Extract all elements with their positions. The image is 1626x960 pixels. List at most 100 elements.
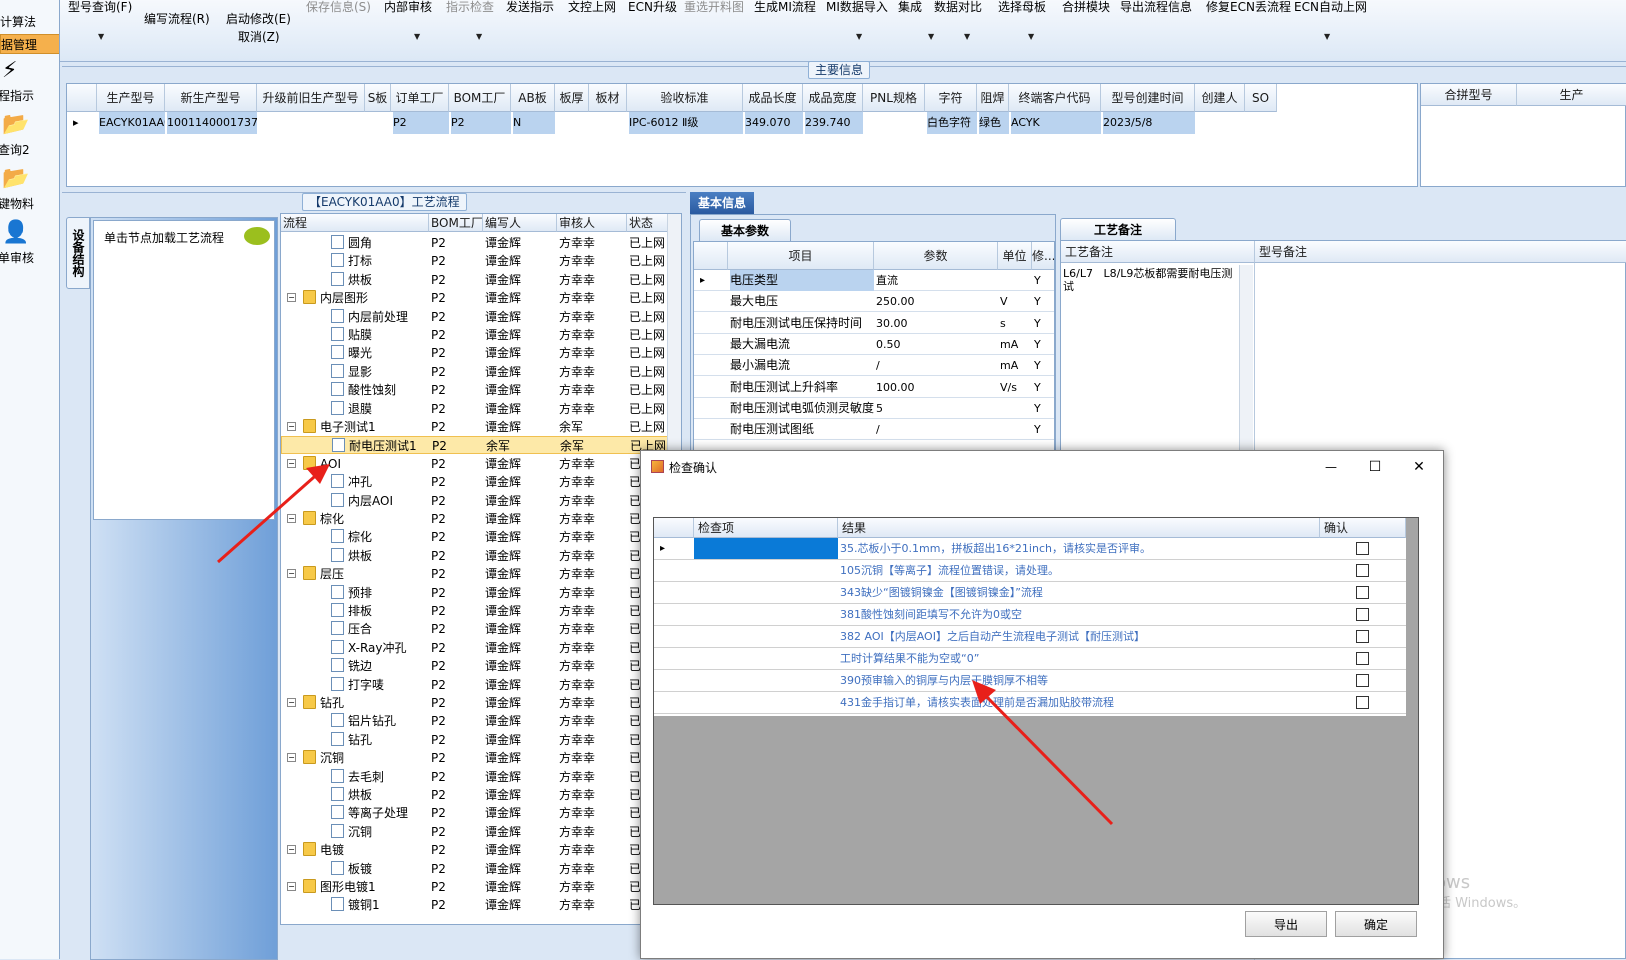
param-cell[interactable]: 250.00 (876, 291, 998, 312)
check-row[interactable]: 105沉铜【等离子】流程位置错误，请处理。 (654, 560, 1406, 582)
chevron-down-icon[interactable]: ▼ (1028, 32, 1034, 41)
toolbar-button[interactable]: 发送指示 (506, 0, 554, 14)
tree-row[interactable]: 曝光 P2 谭金辉 方幸幸 已上网 (281, 344, 681, 362)
tab-basic-params[interactable]: 基本参数 (699, 219, 791, 241)
main-col-header[interactable]: 阻焊 (977, 84, 1009, 112)
main-col-header[interactable]: 成品长度 (743, 84, 803, 112)
tree-row[interactable]: 钻孔−P2谭金辉方幸幸已上网 (281, 694, 681, 712)
check-item-cell[interactable] (694, 670, 838, 691)
tree-row[interactable]: 内层AOIP2谭金辉方幸幸已上网 (281, 492, 681, 510)
main-cell[interactable]: ACYK (1011, 112, 1101, 134)
main-cell[interactable]: 绿色 (979, 112, 1009, 134)
tree-row[interactable]: 钻孔P2谭金辉方幸幸已上网 (281, 731, 681, 749)
tree-row[interactable]: 贴膜 P2 谭金辉 方幸幸 已上网 (281, 326, 681, 344)
check-row[interactable]: 431金手指订单，请核实表面处理前是否漏加贴胶带流程 (654, 692, 1406, 714)
param-row[interactable]: 耐电压测试电压保持时间 30.00 s Y (694, 313, 1054, 334)
toolbar-button[interactable]: 生成MI流程 (754, 0, 816, 14)
chevron-down-icon[interactable]: ▼ (98, 32, 104, 41)
tree-row[interactable]: 铣边P2谭金辉方幸幸已上网 (281, 657, 681, 675)
check-item-cell[interactable] (694, 582, 838, 603)
param-row[interactable]: 最小漏电流 / mA Y (694, 355, 1054, 377)
tree-row[interactable]: 耐电压测试1 P2 余军 余军 已上网 (281, 436, 681, 455)
check-item-cell[interactable] (694, 626, 838, 647)
confirm-checkbox[interactable] (1356, 652, 1369, 665)
left-nav-item[interactable]: 单审核 (0, 248, 58, 268)
main-col-header[interactable]: BOM工厂 (449, 84, 511, 112)
param-row[interactable]: 耐电压测试电弧侦测灵敏度 5 Y (694, 398, 1054, 419)
check-result-cell[interactable]: 382 AOI【内层AOI】之后自动产生流程电子测试【耐压测试】 (840, 626, 1320, 648)
tree-row[interactable]: 排板P2谭金辉方幸幸已上网 (281, 602, 681, 620)
tree-node[interactable]: 烘板 (331, 547, 372, 565)
collapse-icon[interactable]: − (287, 845, 296, 855)
check-row[interactable]: 35.芯板小于0.1mm，拼板超出16*21inch，请核实是否评审。 ▸ (654, 538, 1406, 560)
maximize-button[interactable]: ☐ (1363, 455, 1387, 479)
param-cell[interactable]: / (876, 355, 998, 376)
tree-row[interactable]: AOI−P2谭金辉方幸幸已上网 (281, 455, 681, 473)
tree-node[interactable]: 等离子处理 (331, 804, 408, 822)
param-col-header[interactable]: 单位 (998, 242, 1032, 270)
tree-node[interactable]: 排板 (331, 602, 372, 620)
confirm-checkbox[interactable] (1356, 586, 1369, 599)
param-row[interactable]: 耐电压测试图纸 / Y (694, 419, 1054, 441)
tree-row[interactable]: 镀铜1P2谭金辉方幸幸已上网 (281, 896, 681, 914)
export-button[interactable]: 导出 (1245, 911, 1327, 937)
tree-node[interactable]: 内层AOI (331, 492, 393, 510)
tree-row[interactable]: 沉铜P2谭金辉方幸幸已上网 (281, 823, 681, 841)
check-result-cell[interactable]: 35.芯板小于0.1mm，拼板超出16*21inch，请核实是否评审。 (840, 538, 1320, 560)
main-cell[interactable]: 10011400017373 (167, 112, 257, 134)
tree-row[interactable]: 烘板P2谭金辉方幸幸已上网 (281, 786, 681, 804)
tree-row[interactable]: 打字唛P2谭金辉方幸幸已上网 (281, 676, 681, 694)
toolbar-button[interactable]: 型号查询(F) (68, 0, 132, 14)
param-col-header[interactable]: 参数 (874, 242, 998, 270)
tree-row[interactable]: 酸性蚀刻 P2 谭金辉 方幸幸 已上网 (281, 381, 681, 399)
check-result-cell[interactable]: 431金手指订单，请核实表面处理前是否漏加贴胶带流程 (840, 692, 1320, 714)
tree-col-header[interactable]: 流程 (281, 214, 429, 232)
tree-node[interactable]: 板镀 (331, 860, 372, 878)
check-item-cell[interactable] (694, 692, 838, 713)
tree-row[interactable]: 内层前处理 P2 谭金辉 方幸幸 已上网 (281, 308, 681, 326)
chevron-down-icon[interactable]: ▼ (414, 32, 420, 41)
toolbar-sub-button[interactable]: 取消(Z) (238, 30, 280, 44)
tree-node[interactable]: 耐电压测试1 (332, 437, 417, 455)
toolbar-button[interactable]: 修复ECN丢流程 (1206, 0, 1291, 14)
check-item-cell[interactable] (694, 648, 838, 669)
left-nav-item[interactable]: 查询2 (0, 140, 58, 160)
check-item-cell[interactable] (694, 560, 838, 581)
tree-row[interactable]: 棕化P2谭金辉方幸幸已上网 (281, 528, 681, 546)
collapse-icon[interactable]: − (287, 698, 296, 707)
tree-row[interactable]: 铝片钻孔P2谭金辉方幸幸已上网 (281, 712, 681, 730)
tree-row[interactable]: 圆角 P2 谭金辉 方幸幸 已上网 (281, 234, 681, 252)
toolbar-button[interactable]: 选择母板 (998, 0, 1046, 14)
param-cell[interactable]: 100.00 (876, 377, 998, 398)
tree-node[interactable]: 打标 (331, 252, 372, 270)
left-nav-item[interactable]: 键物料 (0, 194, 58, 214)
toolbar-button[interactable]: 数据对比 (934, 0, 982, 14)
tree-node[interactable]: 烘板 (331, 786, 372, 804)
param-cell[interactable]: 30.00 (876, 313, 998, 334)
process-note-text[interactable]: L6/L7 L8/L9芯板都需要耐电压测试 (1063, 267, 1239, 293)
tree-node[interactable]: 镀铜1 (331, 896, 380, 914)
check-row[interactable]: 343缺少“图镀铜镍金【图镀铜镍金】”流程 (654, 582, 1406, 604)
toolbar-button[interactable]: ECN自动上网 (1294, 0, 1367, 14)
merge-col-header[interactable]: 合拼型号 (1421, 84, 1517, 106)
main-cell[interactable]: 白色字符 (927, 112, 977, 134)
toolbar-button[interactable]: 导出流程信息 (1120, 0, 1192, 14)
collapse-icon[interactable]: − (287, 753, 296, 763)
check-row[interactable]: 381酸性蚀刻间距填写不允许为0或空 (654, 604, 1406, 626)
check-col-header[interactable]: 结果 (838, 518, 1320, 538)
tree-node[interactable]: 贴膜 (331, 326, 372, 344)
toolbar-button[interactable]: 合拼模块 (1062, 0, 1110, 14)
tree-row[interactable]: 内层图形 − P2 谭金辉 方幸幸 已上网 (281, 289, 681, 307)
tree-row[interactable]: 图形电镀1−P2谭金辉方幸幸已上网 (281, 878, 681, 896)
tree-col-header[interactable]: 编写人 (483, 214, 557, 232)
check-item-cell[interactable] (694, 538, 838, 559)
toolbar-button[interactable]: MI数据导入 (826, 0, 888, 14)
left-nav-item[interactable]: 据管理 (0, 34, 59, 54)
collapse-icon[interactable]: − (287, 293, 296, 303)
left-nav-item[interactable]: 程指示 (0, 86, 58, 106)
main-col-header[interactable]: PNL规格 (863, 84, 925, 112)
toolbar-button[interactable]: 指示检查 (446, 0, 494, 14)
main-col-header[interactable]: S板 (365, 84, 391, 112)
check-col-header[interactable]: 确认 (1320, 518, 1406, 538)
tree-row[interactable]: 等离子处理P2谭金辉方幸幸已上网 (281, 804, 681, 822)
